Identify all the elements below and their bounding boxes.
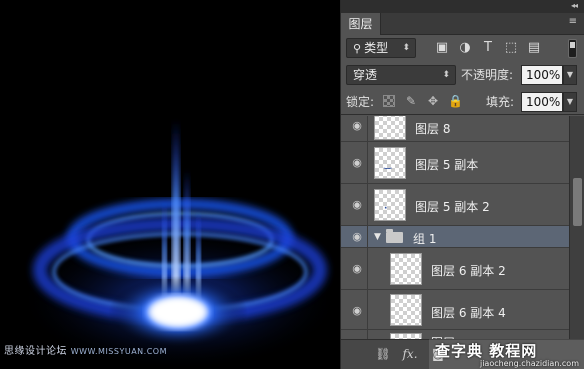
layer-name: 图层 5 副本 (415, 158, 479, 172)
filter-toggle[interactable] (568, 39, 577, 58)
lock-transparent-pixels-icon[interactable] (383, 95, 395, 107)
link-layers-icon[interactable]: ⛓ (374, 346, 392, 362)
lock-label: 锁定: (346, 95, 375, 109)
lock-row: 锁定: ✎ ✥ 🔒 填充: 100% ▼ (341, 89, 584, 115)
layer-thumbnail (374, 116, 406, 140)
search-icon: ⚲ (353, 42, 362, 55)
collapse-panel-icon[interactable]: ◂◂ (571, 1, 578, 10)
watermark-left-text: 思缘设计论坛 (4, 346, 67, 357)
layer-thumbnail (390, 253, 422, 285)
layer-divider (367, 142, 368, 183)
fill-input[interactable]: 100% (521, 92, 563, 112)
blend-row: 穿透 ⬍ 不透明度: 100% ▼ (341, 62, 584, 88)
layers-panel: ◂◂ 图层 ≡ ⚲ 类型 ⬍ ▣ ◑ T ⬚ ▤ 穿透 ⬍ 不透明度: 100% … (340, 0, 584, 369)
filter-type-label: 类型 (364, 41, 389, 55)
panel-title-strip: ◂◂ (341, 0, 584, 13)
light-effect-artwork (20, 120, 340, 369)
layer-divider (367, 290, 368, 329)
layer-thumbnail (390, 294, 422, 326)
layer-row[interactable]: ◉ 图层 6 副本 4 (341, 290, 569, 330)
opacity-label: 不透明度: (461, 68, 514, 82)
watermark-left-url: WWW.MISSYUAN.COM (70, 347, 167, 356)
document-canvas[interactable]: 思缘设计论坛 WWW.MISSYUAN.COM (0, 0, 340, 369)
layer-name: 图层 8 (415, 122, 451, 136)
fill-dropdown-button[interactable]: ▼ (563, 92, 577, 112)
visibility-eye-icon[interactable]: ◉ (349, 119, 365, 135)
fill-label: 填充: (486, 95, 515, 109)
layer-divider (367, 330, 368, 339)
layer-row[interactable]: ◉ 图层 6 副本 2 (341, 248, 569, 290)
visibility-eye-icon[interactable]: ◉ (349, 304, 365, 320)
filter-row: ⚲ 类型 ⬍ ▣ ◑ T ⬚ ▤ (341, 36, 584, 62)
visibility-eye-icon[interactable]: ◉ (349, 198, 365, 214)
layers-list: ◉ 图层 8 ◉ ‿ 图层 5 副本 ◉ · 图层 5 副本 2 ◉ ▼ 组 1… (341, 116, 569, 339)
layers-scrollbar[interactable] (569, 116, 584, 339)
panel-menu-icon[interactable]: ≡ (569, 16, 577, 27)
layer-row[interactable]: ◉ 图层 8 (341, 116, 569, 142)
tab-layers[interactable]: 图层 (341, 13, 381, 35)
layer-row[interactable]: ◉ · 图层 5 副本 2 (341, 184, 569, 226)
fx-icon[interactable]: fx. (401, 346, 419, 362)
layers-bottom-toolbar: ⛓ fx. ◙ 查字典 教程网 jiaocheng.chazidian.com (341, 339, 584, 369)
lock-all-icon[interactable]: 🔒 (448, 94, 463, 108)
lock-image-pixels-icon[interactable]: ✎ (404, 94, 418, 108)
watermark-right: 查字典 教程网 jiaocheng.chazidian.com (429, 339, 584, 369)
folder-icon (386, 229, 403, 243)
scrollbar-thumb[interactable] (573, 178, 582, 226)
layer-row[interactable]: ◉ ‿ 图层 5 副本 (341, 142, 569, 184)
layer-divider (367, 116, 368, 141)
shape-filter-icon[interactable]: ⬚ (503, 40, 519, 56)
watermark-left: 思缘设计论坛 WWW.MISSYUAN.COM (4, 342, 167, 357)
group-name: 组 1 (413, 232, 437, 246)
visibility-eye-icon[interactable]: ◉ (349, 262, 365, 278)
panel-tab-bar: 图层 ≡ (341, 13, 584, 35)
thumbnail-mark: · (384, 204, 388, 214)
layer-name: 图层 6 副本 4 (431, 306, 506, 320)
lock-position-icon[interactable]: ✥ (426, 94, 440, 108)
layer-divider (367, 226, 368, 247)
thumbnail-mark: ‿ (384, 160, 392, 170)
blend-mode-value: 穿透 (353, 68, 378, 82)
type-filter-icon[interactable]: T (480, 40, 496, 56)
watermark-right-url: jiaocheng.chazidian.com (479, 359, 579, 368)
image-filter-icon[interactable]: ▣ (434, 40, 450, 56)
watermark-right-text: 查字典 教程网 (435, 342, 538, 360)
visibility-eye-icon[interactable]: ◉ (349, 230, 365, 246)
smart-object-filter-icon[interactable]: ▤ (526, 40, 542, 56)
visibility-eye-icon[interactable]: ◉ (349, 156, 365, 172)
layer-row[interactable]: 图层 (341, 330, 569, 339)
opacity-input[interactable]: 100% (521, 65, 563, 85)
layer-thumbnail: · (374, 189, 406, 221)
layer-name: 图层 6 副本 2 (431, 264, 506, 278)
layer-thumbnail: ‿ (374, 147, 406, 179)
opacity-dropdown-button[interactable]: ▼ (563, 65, 577, 85)
filter-type-select[interactable]: ⚲ 类型 ⬍ (346, 38, 416, 58)
layer-divider (367, 248, 368, 289)
layer-divider (367, 184, 368, 225)
chevron-updown-icon: ⬍ (442, 70, 450, 80)
layer-name: 图层 5 副本 2 (415, 200, 490, 214)
group-expand-triangle-icon[interactable]: ▼ (374, 232, 381, 242)
adjustment-filter-icon[interactable]: ◑ (457, 40, 473, 56)
blend-mode-select[interactable]: 穿透 ⬍ (346, 65, 456, 85)
layer-group-row[interactable]: ◉ ▼ 组 1 (341, 226, 569, 248)
chevron-updown-icon: ⬍ (402, 43, 410, 53)
